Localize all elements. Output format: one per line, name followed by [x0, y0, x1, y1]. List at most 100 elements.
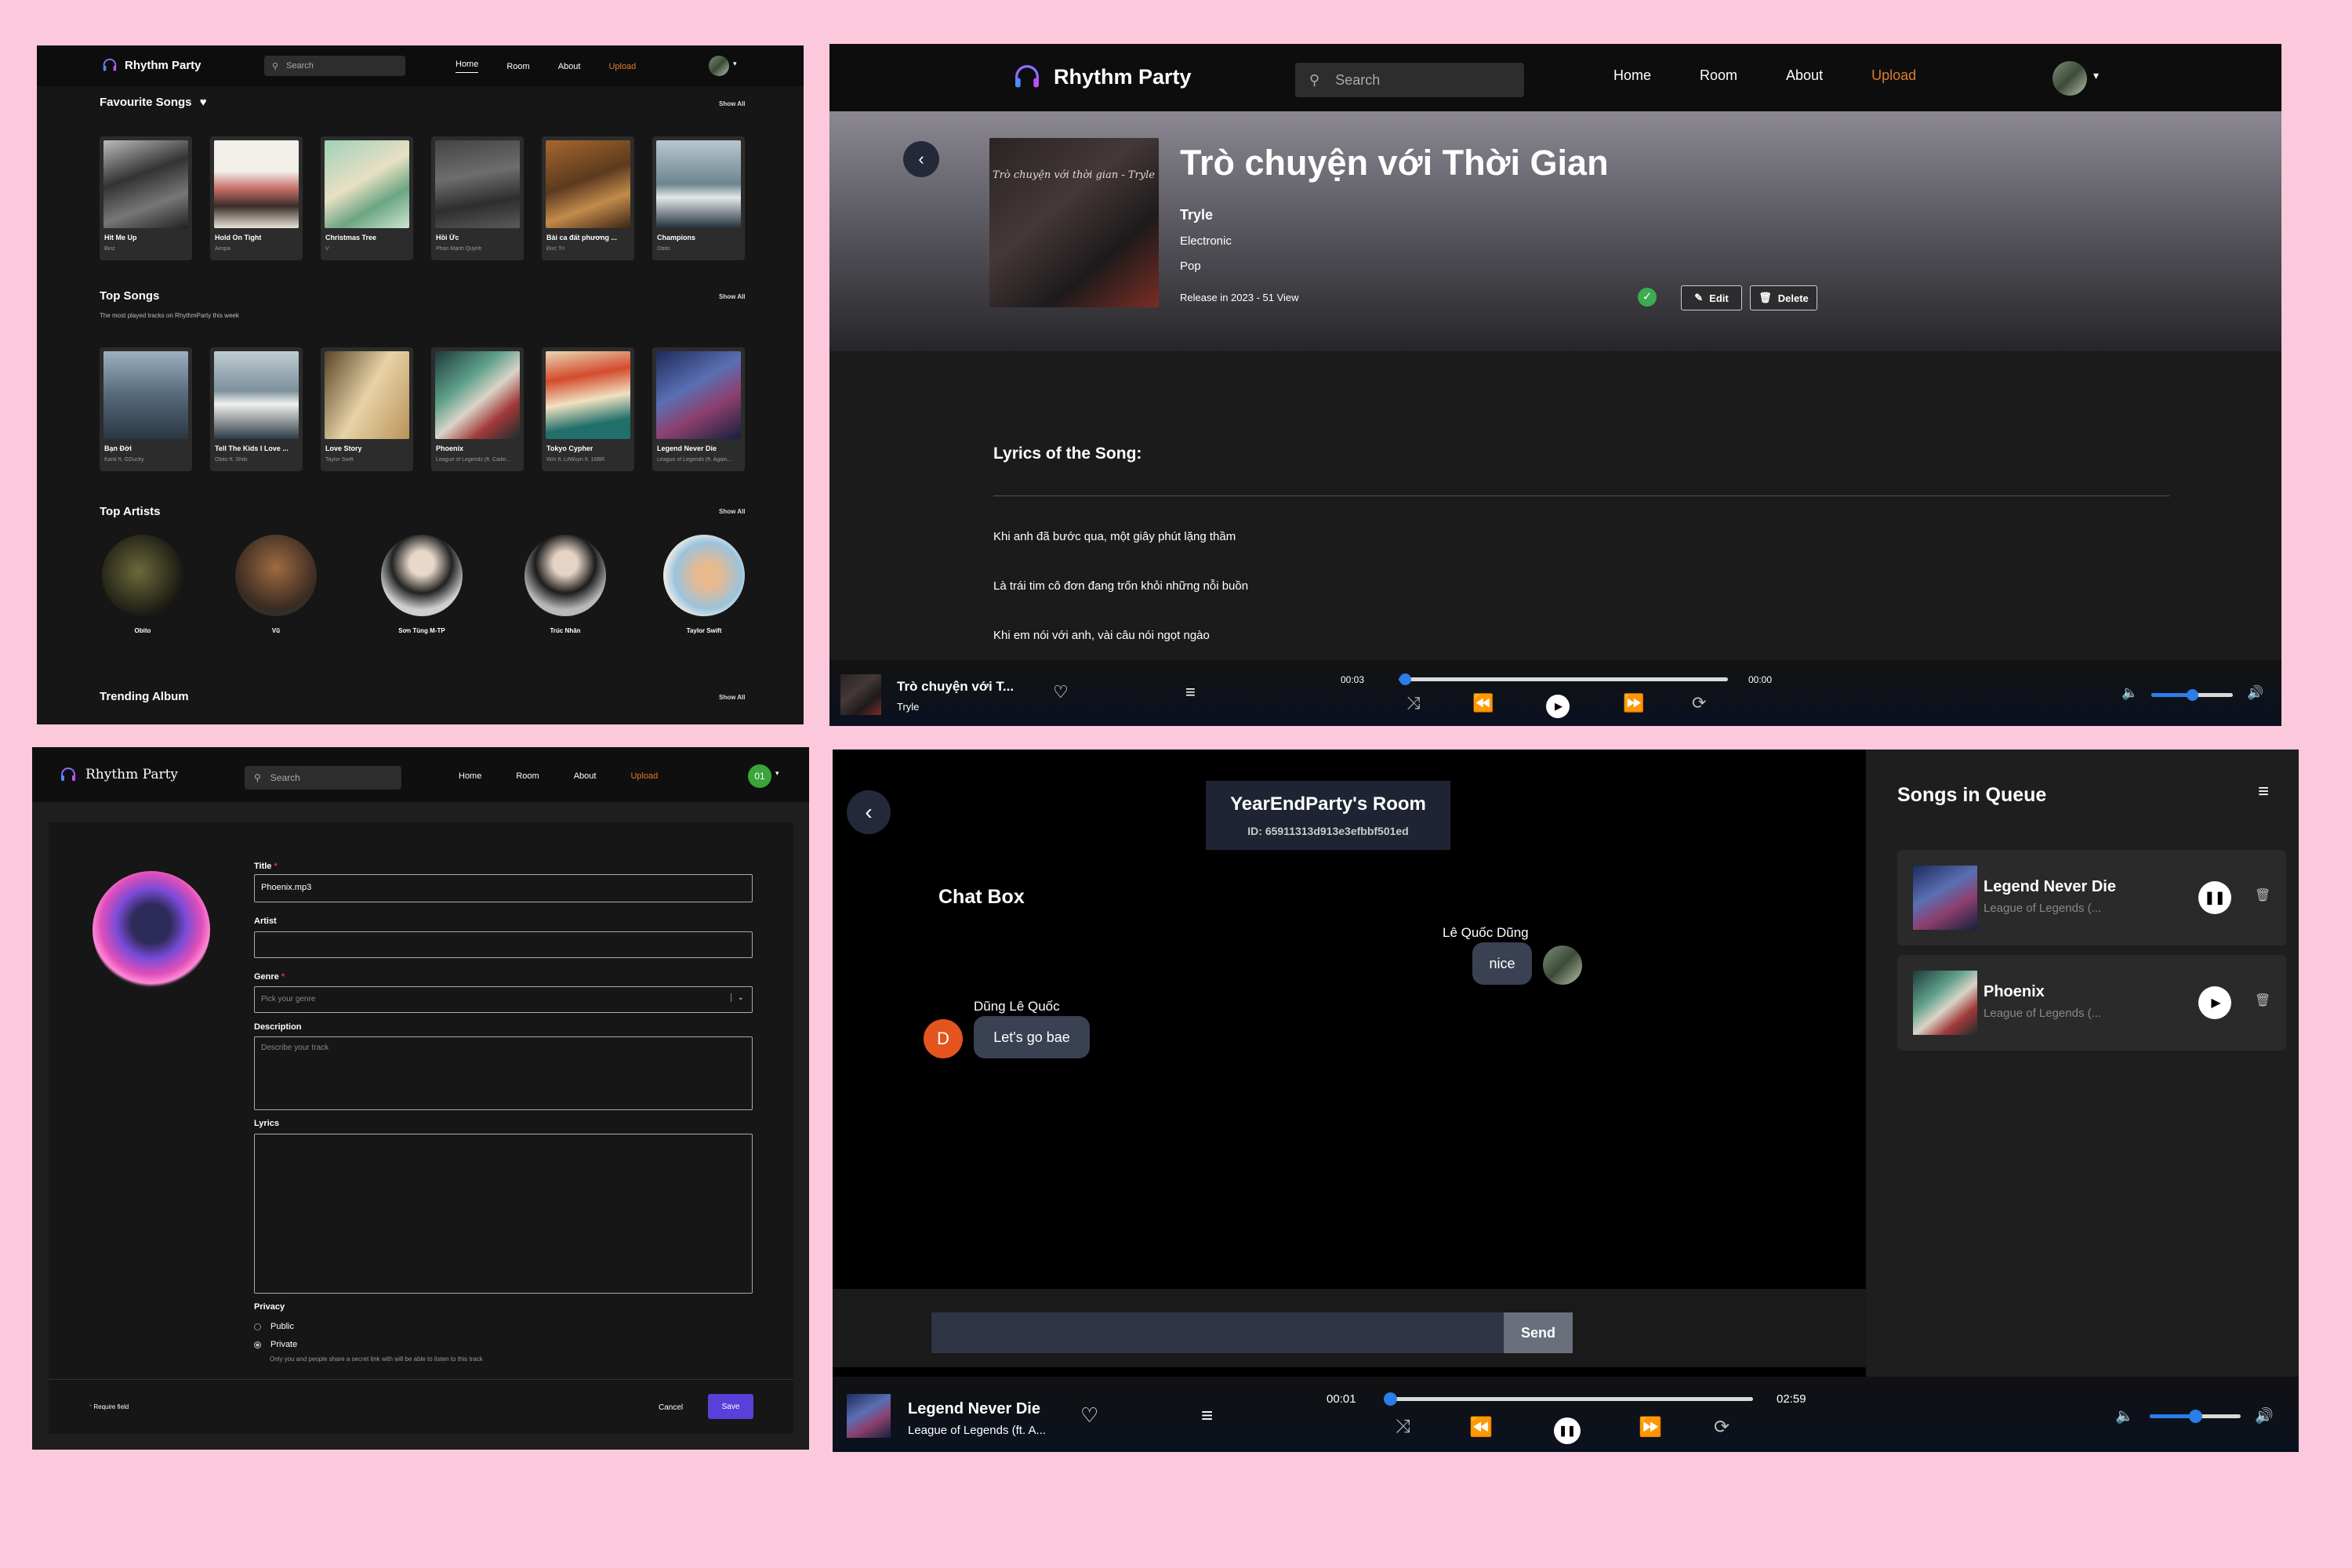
nav-upload[interactable]: Upload [608, 62, 636, 71]
chevron-down-icon[interactable]: ▾ [733, 60, 737, 68]
progress-bar[interactable] [1399, 673, 1728, 685]
artist-card[interactable]: Obito [100, 535, 186, 634]
pause-button[interactable]: ❚❚ [1554, 1417, 1581, 1444]
artist-photo [235, 535, 317, 616]
next-icon[interactable]: ⏩ [1639, 1416, 1662, 1439]
private-radio[interactable]: Private [254, 1340, 297, 1349]
song-card[interactable]: Tokyo Cypher W/n ft. LilWuyn ft. 16BR [542, 347, 634, 471]
queue-item[interactable]: Phoenix League of Legends (... ▶ 🗑 [1897, 955, 2286, 1051]
nav-upload[interactable]: Upload [1871, 67, 1916, 84]
chevron-down-icon[interactable]: ▾ [775, 769, 779, 778]
previous-icon[interactable]: ⏪ [1472, 693, 1494, 713]
nav-home[interactable]: Home [456, 60, 479, 73]
nav-home[interactable]: Home [459, 771, 481, 781]
song-card[interactable]: Hit Me Up Binz [100, 136, 192, 260]
heart-outline-icon[interactable]: ♡ [1053, 682, 1069, 702]
nav-room[interactable]: Room [506, 62, 529, 71]
user-avatar [1543, 946, 1582, 985]
volume-slider[interactable] [2151, 689, 2233, 701]
user-avatar[interactable] [709, 56, 729, 76]
next-icon[interactable]: ⏩ [1623, 693, 1644, 713]
send-button[interactable]: Send [1504, 1312, 1573, 1353]
song-card[interactable]: Hồi Ức Phan Mạnh Quỳnh [431, 136, 524, 260]
genre-label: Genre * [254, 972, 285, 982]
song-card[interactable]: Bạn Đời Karik ft. GDucky [100, 347, 192, 471]
search-input[interactable]: ⚲ Search [1295, 63, 1524, 97]
artist-card[interactable]: Vũ [233, 535, 319, 634]
song-card[interactable]: Love Story Taylor Swift [321, 347, 413, 471]
app-logo[interactable]: Rhythm Party [101, 56, 201, 74]
volume-handle[interactable] [2189, 1410, 2202, 1423]
nav-room[interactable]: Room [516, 771, 539, 781]
progress-handle[interactable] [1399, 673, 1412, 685]
volume-handle[interactable] [2187, 689, 2198, 701]
lyrics-field[interactable] [254, 1134, 753, 1294]
search-input[interactable]: ⚲ Search [264, 56, 405, 76]
previous-icon[interactable]: ⏪ [1469, 1416, 1493, 1439]
back-button[interactable]: ‹ [847, 790, 891, 834]
volume-high-icon[interactable]: 🔊 [2255, 1406, 2274, 1425]
volume-low-icon[interactable]: 🔈 [2115, 1406, 2134, 1425]
top-artists-show-all[interactable]: Show All [719, 508, 745, 515]
title-field[interactable]: Phoenix.mp3 [254, 874, 753, 902]
nav-upload[interactable]: Upload [630, 771, 658, 781]
pause-button[interactable]: ❚❚ [2198, 881, 2231, 914]
cancel-button[interactable]: Cancel [659, 1403, 683, 1412]
play-button[interactable]: ▶ [2198, 986, 2231, 1019]
chat-input[interactable] [931, 1312, 1504, 1353]
play-button[interactable]: ▶ [1546, 695, 1570, 718]
artist-card[interactable]: Taylor Swift [661, 535, 747, 634]
artist-card[interactable]: Sơn Tùng M-TP [379, 535, 465, 634]
chevron-down-icon[interactable]: ▾ [2093, 69, 2099, 82]
shuffle-icon[interactable]: ⤨ [1396, 1416, 1410, 1438]
edit-button[interactable]: ✎ Edit [1681, 285, 1742, 310]
save-button[interactable]: Save [708, 1394, 753, 1419]
delete-button[interactable]: 🗑 Delete [1750, 285, 1817, 310]
nav-about[interactable]: About [1786, 67, 1823, 84]
app-logo[interactable]: Rhythm Party [1011, 61, 1192, 93]
repeat-icon[interactable]: ⟳ [1692, 693, 1706, 713]
queue-icon[interactable]: ≡ [1185, 682, 1196, 702]
nav-home[interactable]: Home [1613, 67, 1651, 84]
queue-icon[interactable]: ≡ [1201, 1403, 1213, 1428]
user-avatar[interactable]: 01 [748, 764, 771, 788]
song-card[interactable]: Tell The Kids I Love ... Obito ft. Shiki [210, 347, 303, 471]
app-logo[interactable]: Rhythm Party [59, 765, 178, 784]
heart-outline-icon[interactable]: ♡ [1080, 1403, 1098, 1428]
song-card[interactable]: Phoenix League of Legends (ft. Cailin... [431, 347, 524, 471]
artist-field[interactable] [254, 931, 753, 958]
trending-show-all[interactable]: Show All [719, 694, 745, 701]
search-input[interactable]: ⚲ Search [245, 766, 401, 789]
back-button[interactable]: ‹ [903, 141, 939, 177]
queue-item[interactable]: Legend Never Die League of Legends (... … [1897, 850, 2286, 946]
room-name: YearEndParty's Room [1230, 793, 1426, 815]
song-artist[interactable]: Tryle [1180, 207, 1213, 223]
song-card[interactable]: Hold On Tight Aespa [210, 136, 303, 260]
track-artwork[interactable] [93, 871, 210, 989]
trash-icon[interactable]: 🗑 [2255, 993, 2270, 1008]
progress-bar[interactable] [1383, 1392, 1753, 1406]
song-card[interactable]: Bài ca đất phương ... Đức Trí [542, 136, 634, 260]
nav-about[interactable]: About [574, 771, 597, 781]
nav-about[interactable]: About [558, 62, 581, 71]
repeat-icon[interactable]: ⟳ [1714, 1416, 1730, 1439]
volume-high-icon[interactable]: 🔊 [2247, 685, 2263, 701]
nav-room[interactable]: Room [1700, 67, 1737, 84]
song-card[interactable]: Legend Never Die League of Legends (ft. … [652, 347, 745, 471]
public-radio[interactable]: Public [254, 1322, 294, 1331]
favourite-show-all[interactable]: Show All [719, 100, 745, 107]
queue-icon[interactable]: ≡ [2258, 781, 2269, 803]
volume-low-icon[interactable]: 🔈 [2122, 685, 2138, 701]
description-field[interactable]: Describe your track [254, 1036, 753, 1110]
user-avatar[interactable] [2053, 61, 2087, 96]
genre-select[interactable]: Pick your genre ⌄ [254, 986, 753, 1013]
artist-card[interactable]: Trúc Nhân [522, 535, 608, 634]
top-songs-show-all[interactable]: Show All [719, 293, 745, 300]
volume-slider[interactable] [2150, 1410, 2241, 1423]
trash-icon[interactable]: 🗑 [2255, 887, 2270, 903]
shuffle-icon[interactable]: ⤨ [1406, 693, 1421, 713]
song-card[interactable]: Champions Obito [652, 136, 745, 260]
song-card[interactable]: Christmas Tree V [321, 136, 413, 260]
album-cover [103, 140, 188, 228]
progress-handle[interactable] [1383, 1392, 1397, 1406]
